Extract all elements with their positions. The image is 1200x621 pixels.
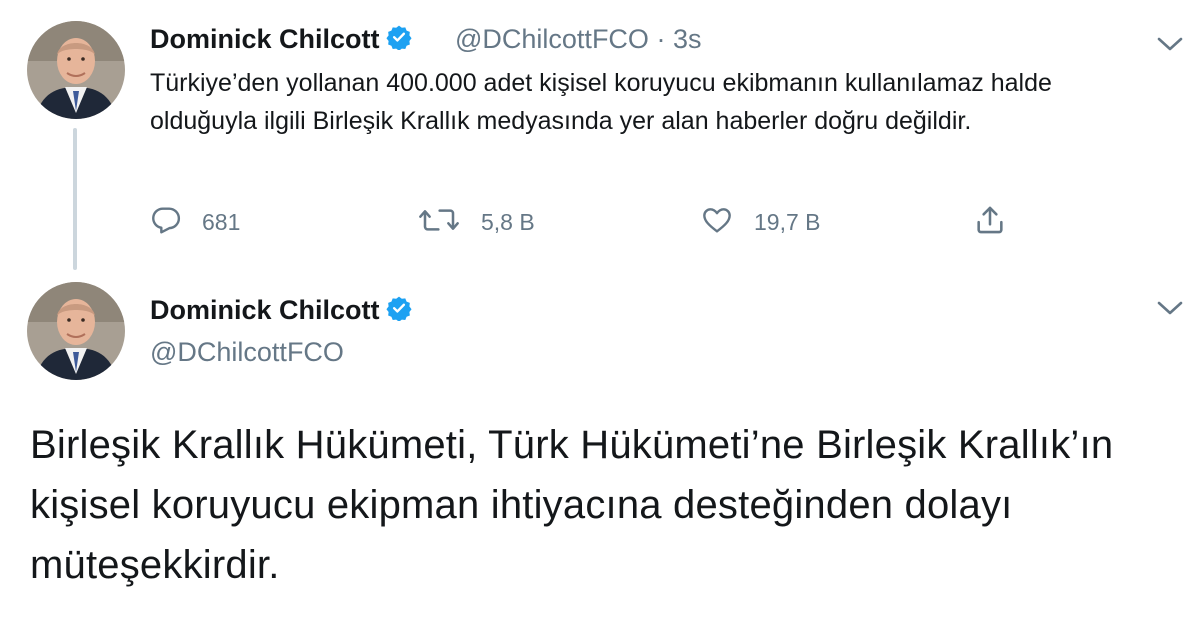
author-avatar[interactable] <box>27 282 125 380</box>
author-name-text: Dominick Chilcott <box>150 24 380 54</box>
chevron-down-icon[interactable] <box>1153 32 1187 56</box>
share-icon <box>973 203 1007 242</box>
retweet-count: 5,8 B <box>481 208 535 235</box>
reply-button[interactable]: 681 <box>150 202 240 242</box>
thread-connector-line <box>73 128 77 270</box>
separator-dot: · <box>656 24 666 54</box>
tweet-timestamp[interactable]: 3s <box>673 24 702 54</box>
verified-badge-icon <box>385 24 412 57</box>
heart-icon <box>700 204 734 241</box>
author-name[interactable]: Dominick Chilcott <box>150 24 412 57</box>
author-handle[interactable]: @DChilcottFCO · 3s <box>455 24 702 55</box>
like-count: 19,7 B <box>754 208 821 235</box>
retweet-icon <box>417 204 461 241</box>
reply-count: 681 <box>202 208 241 235</box>
retweet-button[interactable]: 5,8 B <box>417 202 535 242</box>
verified-badge-icon <box>385 295 412 328</box>
author-avatar[interactable] <box>27 21 125 119</box>
share-button[interactable] <box>973 202 1007 242</box>
avatar-photo <box>27 282 125 380</box>
tweet-thread: Dominick Chilcott @DChilcottFCO · 3s Tür… <box>0 0 1200 621</box>
handle-text: @DChilcottFCO <box>150 337 344 367</box>
like-button[interactable]: 19,7 B <box>700 202 821 242</box>
handle-text: @DChilcottFCO <box>455 24 649 54</box>
author-handle[interactable]: @DChilcottFCO <box>150 337 344 368</box>
author-name-text: Dominick Chilcott <box>150 295 380 325</box>
avatar-photo <box>27 21 125 119</box>
reply-icon <box>150 204 182 241</box>
author-name[interactable]: Dominick Chilcott <box>150 295 412 328</box>
chevron-down-icon[interactable] <box>1153 296 1187 320</box>
tweet-text: Türkiye’den yollanan 400.000 adet kişise… <box>150 69 1052 135</box>
main-tweet-text: Birleşik Krallık Hükümeti, Türk Hükümeti… <box>30 423 1114 587</box>
